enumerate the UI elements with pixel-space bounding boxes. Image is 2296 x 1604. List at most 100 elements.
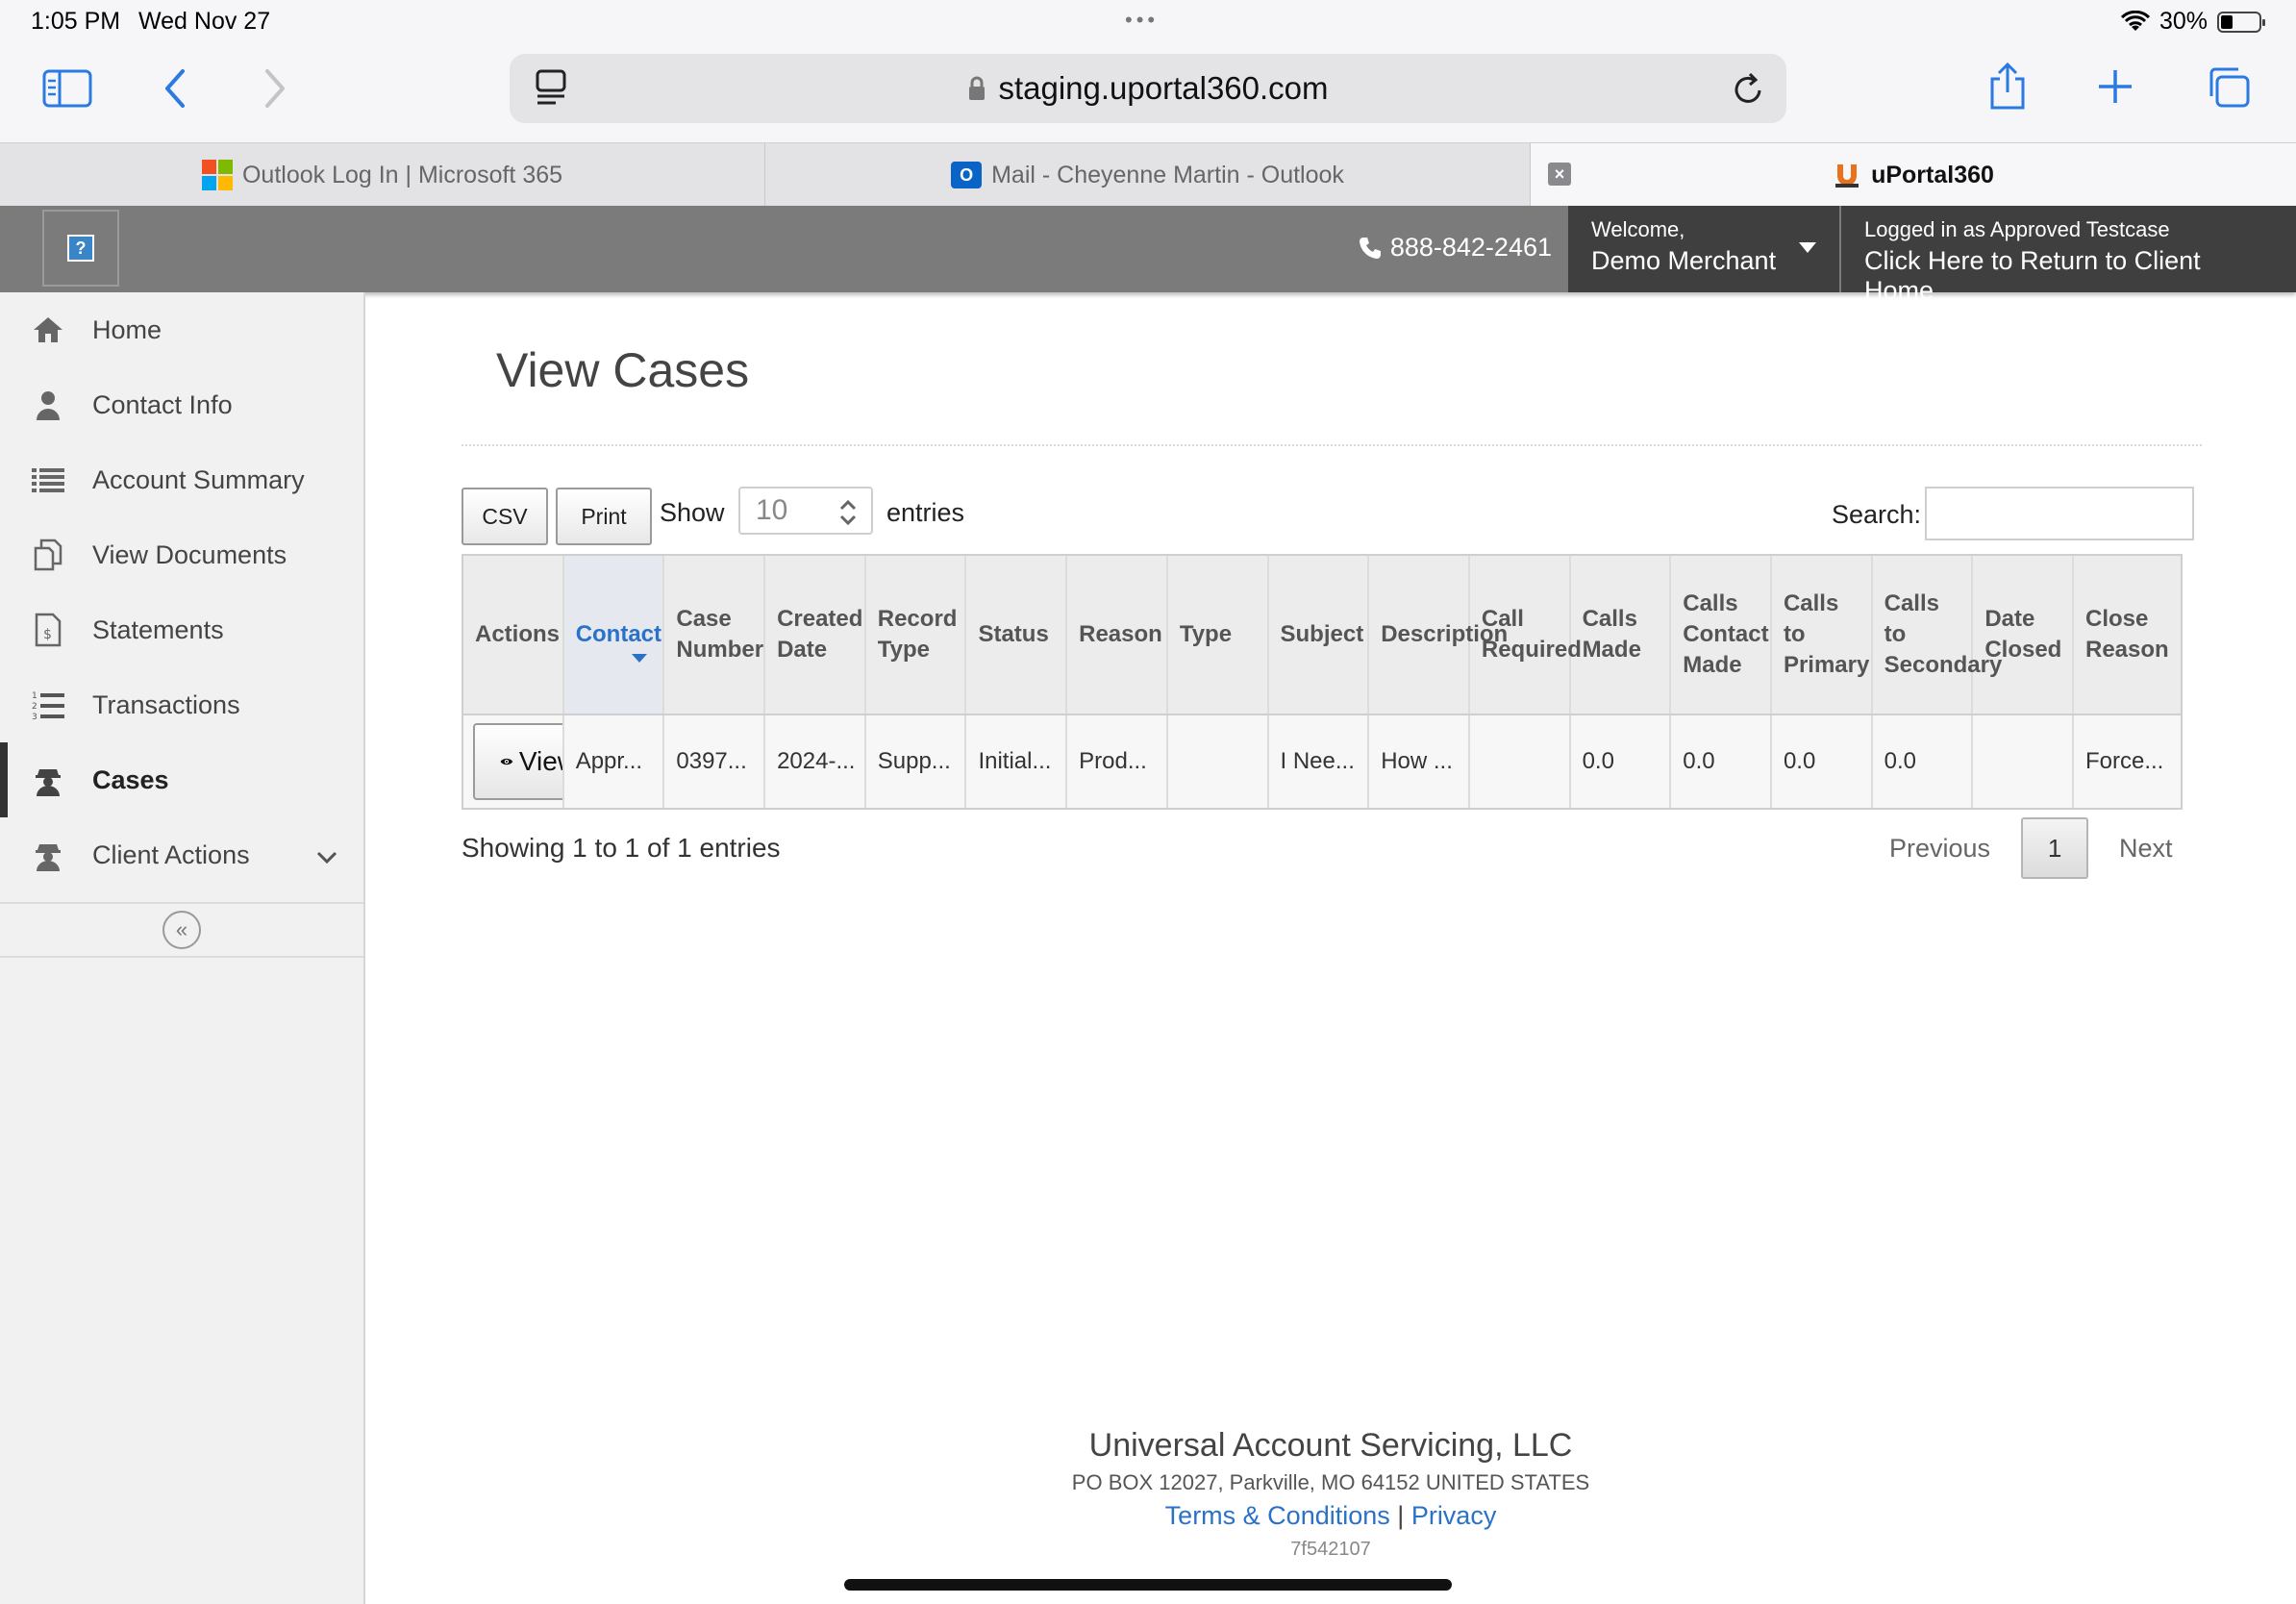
status-time: 1:05 PM	[31, 8, 121, 35]
table-cell: Force...	[2085, 748, 2164, 774]
column-header-reason[interactable]: Reason	[1067, 556, 1168, 714]
show-label: Show	[660, 498, 725, 527]
svg-text:$: $	[43, 627, 52, 642]
column-header-calls-to-primary[interactable]: Calls to Primary	[1772, 556, 1873, 714]
sidebar-item-view-documents[interactable]: View Documents	[0, 517, 363, 592]
help-button[interactable]: ?	[42, 210, 119, 287]
reload-icon[interactable]	[1731, 69, 1765, 113]
chevron-down-icon[interactable]	[315, 842, 338, 872]
address-bar[interactable]: staging.uportal360.com	[510, 54, 1786, 123]
sidebar-item-label: Contact Info	[92, 389, 233, 419]
sidebar-toggle-icon[interactable]	[42, 69, 92, 108]
column-header-status[interactable]: Status	[966, 556, 1068, 714]
privacy-link[interactable]: Privacy	[1411, 1501, 1497, 1530]
column-header-close-reason[interactable]: Close Reason	[2074, 556, 2175, 714]
share-icon[interactable]	[1986, 62, 2029, 112]
tabs-overview-icon[interactable]	[2206, 65, 2252, 110]
tab-outlook-login[interactable]: Outlook Log In | Microsoft 365	[0, 143, 765, 207]
close-tab-icon[interactable]: ×	[1548, 163, 1571, 186]
table-cell: How ...	[1369, 715, 1470, 808]
lock-icon	[969, 76, 986, 100]
back-icon[interactable]	[162, 67, 188, 110]
tab-outlook-mail[interactable]: O Mail - Cheyenne Martin - Outlook	[765, 143, 1531, 207]
print-button[interactable]: Print	[556, 488, 652, 545]
sidebar-item-label: Statements	[92, 614, 224, 644]
sidebar-item-client-actions[interactable]: Client Actions	[0, 817, 363, 892]
eye-icon	[500, 758, 513, 765]
previous-page-button[interactable]: Previous	[1889, 834, 1990, 864]
view-case-button[interactable]: View	[473, 723, 562, 800]
table-cell: 0397...	[664, 715, 766, 808]
home-indicator[interactable]	[844, 1579, 1452, 1591]
csv-button[interactable]: CSV	[462, 488, 548, 545]
company-address: PO BOX 12027, Parkville, MO 64152 UNITED…	[1071, 1470, 1590, 1494]
terms-link[interactable]: Terms & Conditions	[1165, 1501, 1390, 1530]
footer-links: Terms & Conditions | Privacy	[365, 1501, 2296, 1531]
sidebar-item-contact-info[interactable]: Contact Info	[0, 367, 363, 442]
table-cell	[1470, 715, 1571, 808]
entries-per-page-select[interactable]: 10	[738, 487, 873, 535]
caret-down-icon	[1799, 242, 1816, 253]
sort-descending-icon	[631, 654, 647, 663]
wifi-icon	[2120, 10, 2150, 31]
documents-icon	[31, 539, 65, 571]
sidebar-item-statements[interactable]: $ Statements	[0, 592, 363, 667]
list-icon	[31, 464, 65, 496]
forward-icon[interactable]	[262, 67, 288, 110]
status-bar: 1:05 PM Wed Nov 27 ••• 30%	[0, 0, 2296, 44]
table-cell	[1168, 715, 1269, 808]
app-header: ? 888-842-2461 Welcome, Demo Merchant Lo…	[0, 206, 2296, 305]
column-header-description[interactable]: Description	[1369, 556, 1508, 714]
collapse-sidebar-icon[interactable]: «	[162, 911, 201, 949]
logged-in-label: Logged in as Approved Testcase	[1864, 217, 2170, 241]
support-phone[interactable]: 888-842-2461	[1358, 233, 1552, 263]
table-cell: 0.0	[1772, 715, 1873, 808]
sidebar: Home Contact Info Account Summary View D…	[0, 292, 365, 1604]
link-separator: |	[1397, 1501, 1405, 1530]
agent-icon	[31, 839, 65, 871]
sidebar-item-transactions[interactable]: 123 Transactions	[0, 667, 363, 742]
table-cell	[1973, 715, 2074, 808]
table-cell: Prod...	[1067, 715, 1168, 808]
column-header-created-date[interactable]: Created Date	[765, 556, 866, 714]
return-to-client-home[interactable]: Logged in as Approved Testcase Click Her…	[1841, 206, 2296, 305]
multitasking-dots-icon[interactable]: •••	[1125, 8, 1159, 33]
search-label: Search:	[1832, 500, 1922, 529]
build-id: 7f542107	[1290, 1539, 1371, 1560]
view-label: View	[518, 746, 562, 776]
column-header-subject[interactable]: Subject	[1269, 556, 1370, 714]
entries-label: entries	[886, 498, 965, 527]
table-cell: 0.0	[1571, 715, 1672, 808]
statement-icon: $	[31, 613, 65, 647]
column-header-calls-made[interactable]: Calls Made	[1571, 556, 1672, 714]
new-tab-icon[interactable]	[2096, 67, 2134, 106]
footer: Universal Account Servicing, LLC PO BOX …	[365, 1427, 2296, 1561]
tab-title: Outlook Log In | Microsoft 365	[241, 161, 563, 188]
column-header-date-closed[interactable]: Date Closed	[1973, 556, 2074, 714]
column-header-calls-to-secondary[interactable]: Calls to Secondary	[1873, 556, 2002, 714]
column-header-case-number[interactable]: Case Number	[664, 556, 766, 714]
next-page-button[interactable]: Next	[2119, 834, 2173, 864]
table-cell-actions: View	[463, 715, 564, 808]
microsoft-logo-icon	[201, 160, 233, 190]
column-header-contact[interactable]: Contact	[563, 556, 665, 714]
user-menu[interactable]: Welcome, Demo Merchant	[1568, 206, 1839, 292]
column-header-calls-contact-made[interactable]: Calls Contact Made	[1671, 556, 1772, 714]
search-input[interactable]	[1925, 487, 2194, 540]
column-header-call-required[interactable]: Call Required	[1470, 556, 1582, 714]
sidebar-item-cases[interactable]: Cases	[0, 742, 363, 817]
sidebar-item-home[interactable]: Home	[0, 292, 363, 367]
table-header: Actions Contact Case Number Created Date…	[463, 556, 2181, 715]
main-content: View Cases CSV Print Show 10 entries Sea…	[365, 292, 2296, 1604]
sidebar-item-account-summary[interactable]: Account Summary	[0, 442, 363, 517]
column-header-type[interactable]: Type	[1168, 556, 1269, 714]
column-header-record-type[interactable]: Record Type	[866, 556, 967, 714]
showing-entries-text: Showing 1 to 1 of 1 entries	[462, 833, 781, 863]
page-1-button[interactable]: 1	[2021, 817, 2089, 879]
select-arrows-icon	[838, 496, 858, 540]
status-indicators: 30%	[2120, 8, 2265, 36]
entries-value: 10	[756, 494, 788, 526]
table-cell: Appr...	[564, 715, 665, 808]
sidebar-item-label: View Documents	[92, 539, 287, 569]
tab-uportal[interactable]: × uPortal360	[1531, 143, 2296, 207]
